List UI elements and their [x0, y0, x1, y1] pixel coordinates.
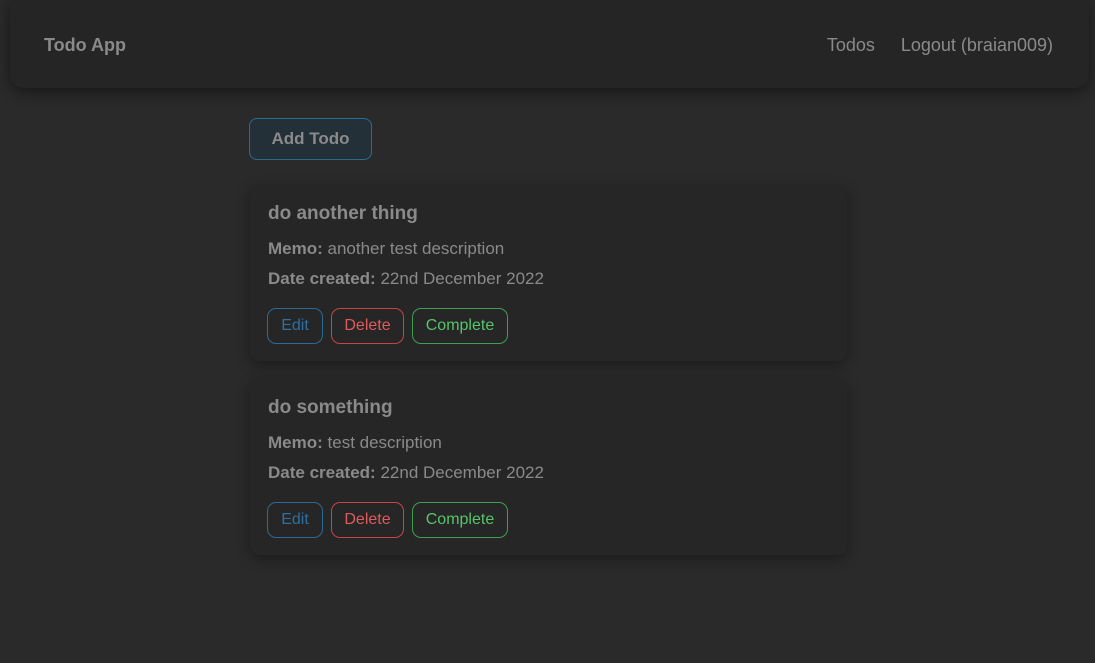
edit-button[interactable]: Edit — [267, 502, 323, 538]
memo-label: Memo: — [268, 239, 323, 258]
date-created-label: Date created: — [268, 269, 376, 288]
memo-label: Memo: — [268, 433, 323, 452]
memo-value: another test description — [327, 239, 505, 258]
todo-memo: Memo: another test description — [268, 239, 504, 259]
todo-title: do something — [268, 397, 393, 418]
brand-link[interactable]: Todo App — [44, 35, 126, 56]
date-created-value: 22nd December 2022 — [380, 463, 544, 482]
nav-links: Todos Logout (braian009) — [827, 35, 1053, 56]
todo-memo: Memo: test description — [268, 433, 442, 453]
nav-link-todos[interactable]: Todos — [827, 35, 875, 56]
nav-link-logout[interactable]: Logout (braian009) — [901, 35, 1053, 56]
todo-date: Date created: 22nd December 2022 — [268, 269, 544, 289]
delete-button[interactable]: Delete — [331, 502, 404, 538]
complete-button[interactable]: Complete — [412, 308, 508, 344]
navbar: Todo App Todos Logout (braian009) — [10, 0, 1089, 88]
add-todo-button[interactable]: Add Todo — [249, 118, 372, 160]
date-created-label: Date created: — [268, 463, 376, 482]
todo-card: do another thing Memo: another test desc… — [250, 185, 847, 361]
edit-button[interactable]: Edit — [267, 308, 323, 344]
todo-actions: Edit Delete Complete — [267, 308, 508, 344]
todo-card: do something Memo: test description Date… — [250, 379, 847, 555]
todo-actions: Edit Delete Complete — [267, 502, 508, 538]
memo-value: test description — [327, 433, 442, 452]
todo-date: Date created: 22nd December 2022 — [268, 463, 544, 483]
date-created-value: 22nd December 2022 — [380, 269, 544, 288]
todo-title: do another thing — [268, 203, 418, 224]
complete-button[interactable]: Complete — [412, 502, 508, 538]
delete-button[interactable]: Delete — [331, 308, 404, 344]
